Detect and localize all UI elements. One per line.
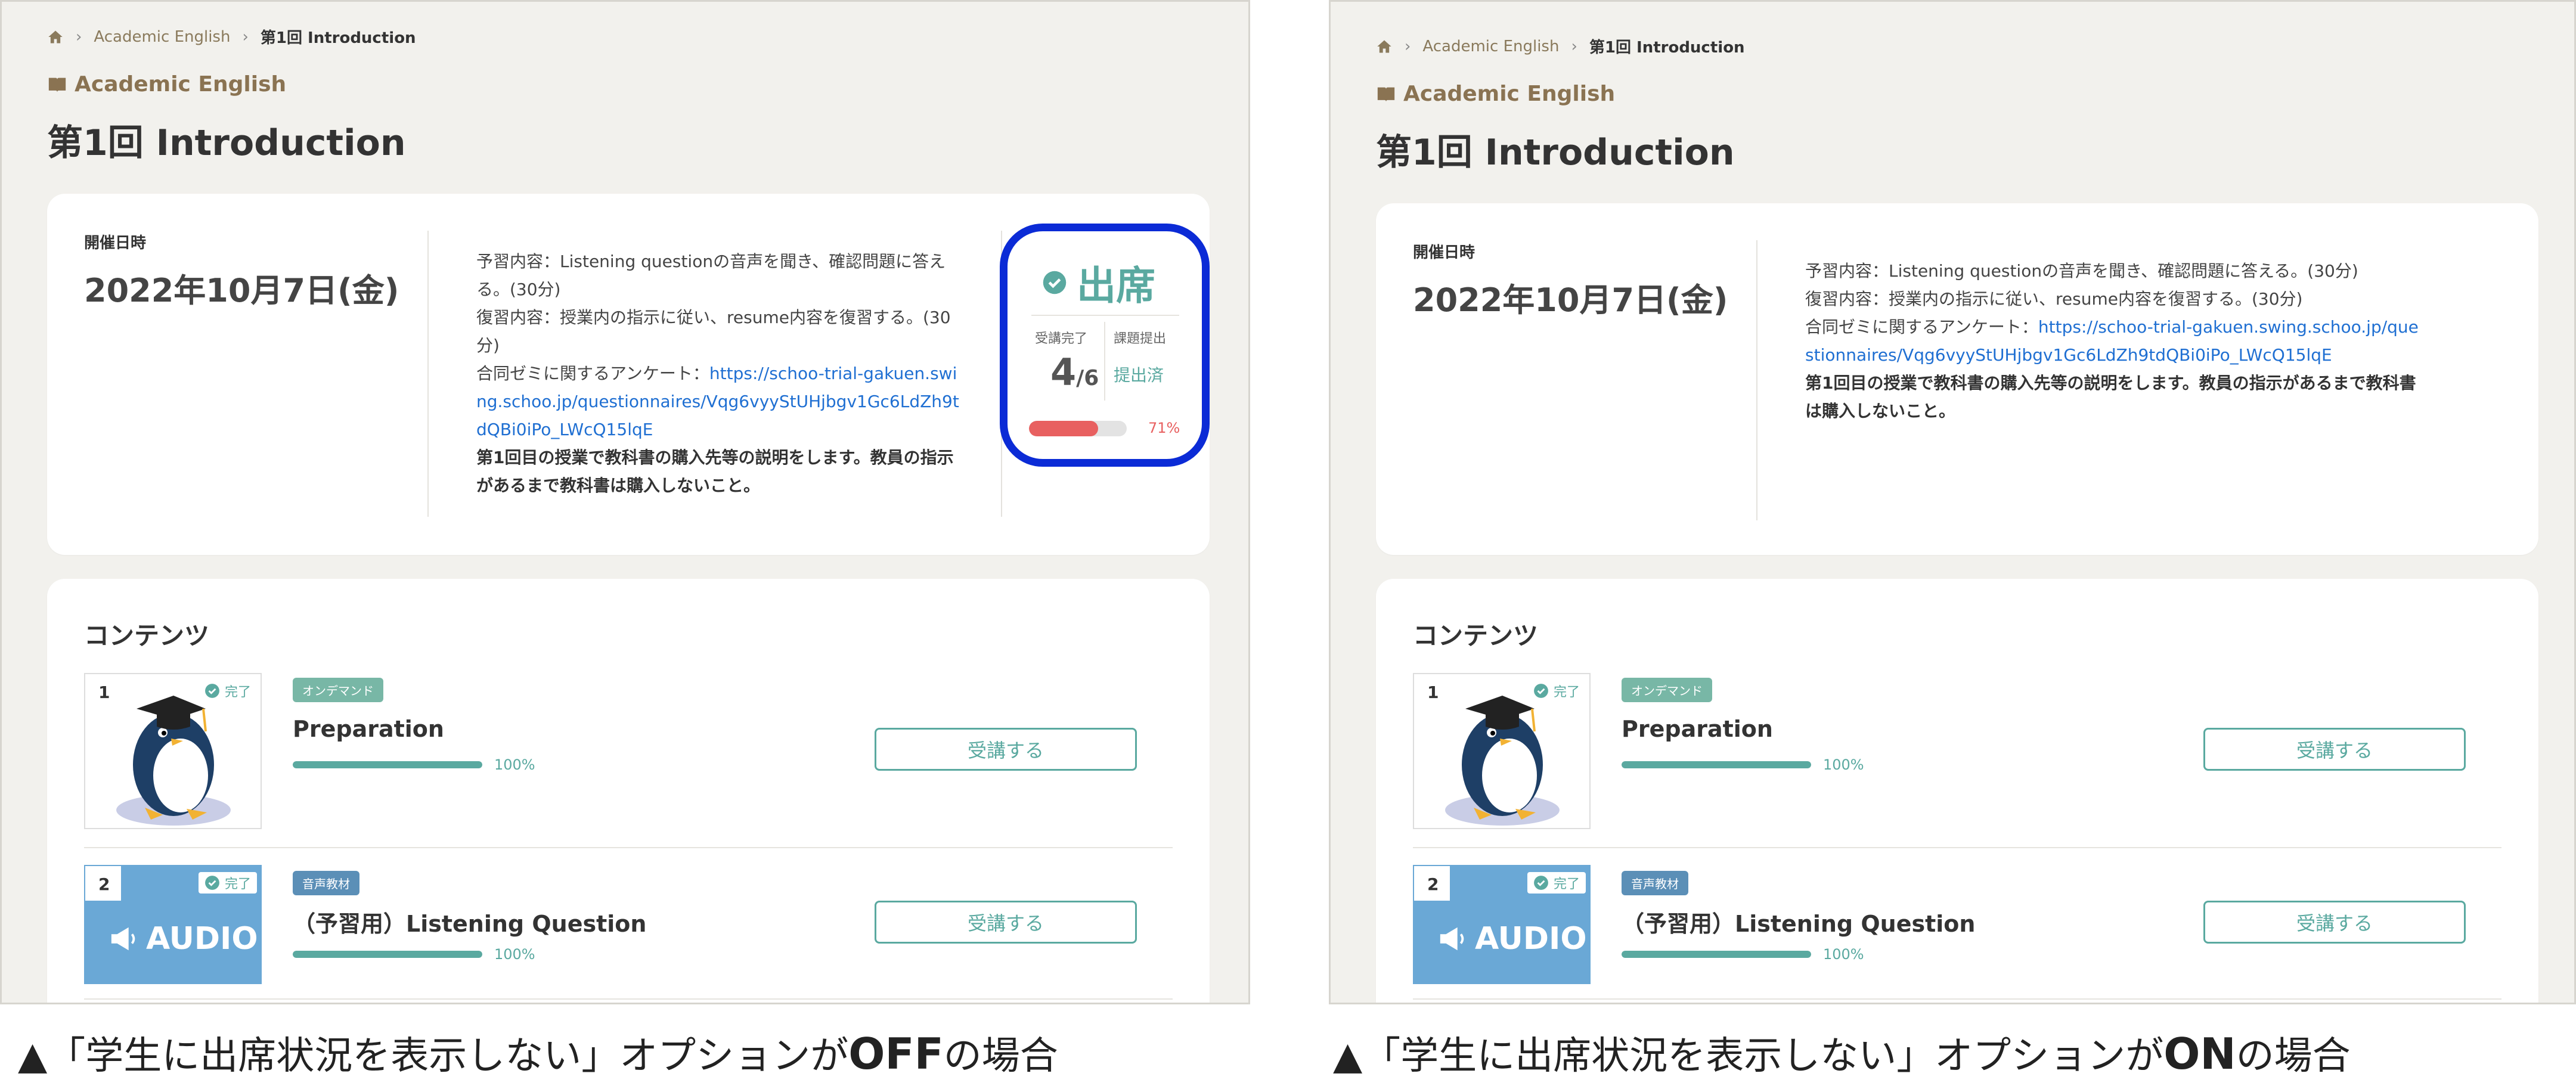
chevron-right-icon: › bbox=[1405, 37, 1411, 55]
megaphone-icon bbox=[1440, 927, 1464, 951]
check-circle-icon bbox=[1043, 271, 1067, 294]
divider bbox=[84, 998, 1173, 1000]
caption-option-off: ▲「学生に出席状況を表示しない」オプションがOFFの場合 bbox=[18, 1029, 1058, 1079]
lesson-info-card: 開催日時 2022年10月7日(金) 予習内容：Listening questi… bbox=[1376, 203, 2538, 555]
contents-card: コンテンツ 1 完了 オンデマンド Preparation 100% 受講する … bbox=[1376, 579, 2538, 1003]
penguin-mascot-icon bbox=[116, 696, 231, 826]
caption-option-on: ▲「学生に出席状況を表示しない」オプションがONの場合 bbox=[1333, 1029, 2351, 1079]
breadcrumb-current: 第1回 Introduction bbox=[1589, 39, 1745, 57]
contents-card: コンテンツ 1 完了 オンデマンド Preparation 100% 受講する … bbox=[47, 579, 1210, 1003]
page-title: 第1回 Introduction bbox=[47, 122, 406, 164]
breadcrumb-course[interactable]: Academic English bbox=[1422, 38, 1559, 55]
check-circle-icon bbox=[1534, 876, 1548, 890]
chevron-right-icon: › bbox=[242, 27, 249, 46]
item-progress-bar bbox=[1622, 761, 1811, 768]
breadcrumb: › Academic English › 第1回 Introduction bbox=[47, 26, 416, 48]
chevron-right-icon: › bbox=[76, 27, 82, 46]
penguin-mascot-icon bbox=[1445, 696, 1560, 826]
screen-option-off: › Academic English › 第1回 Introduction Ac… bbox=[0, 0, 1250, 1004]
item-title[interactable]: Preparation bbox=[293, 716, 444, 742]
item-thumbnail[interactable]: 1 完了 bbox=[1413, 673, 1591, 829]
assignment-label: 課題提出 bbox=[1114, 331, 1167, 346]
check-circle-icon bbox=[205, 876, 219, 890]
item-thumbnail[interactable]: 1 完了 bbox=[84, 673, 262, 829]
divider bbox=[1413, 847, 2501, 848]
completed-count: 4/6 bbox=[1050, 350, 1099, 394]
item-progress-bar bbox=[1622, 951, 1811, 958]
book-icon bbox=[48, 77, 66, 92]
attendance-panel: 出席 受講完了 課題提出 4/6 提出済 71% bbox=[1000, 224, 1210, 467]
screen-option-on: › Academic English › 第1回 Introduction Ac… bbox=[1329, 0, 2576, 1004]
attendance-rate-bar bbox=[1029, 421, 1127, 436]
divider bbox=[427, 231, 429, 517]
contents-title: コンテンツ bbox=[1413, 621, 1539, 650]
schedule-date: 2022年10月7日(金) bbox=[84, 272, 399, 309]
attendance-rate-label: 71% bbox=[1148, 420, 1180, 436]
breadcrumb-current: 第1回 Introduction bbox=[260, 29, 416, 47]
divider bbox=[1031, 315, 1179, 316]
item-progress-label: 100% bbox=[494, 756, 535, 773]
book-icon bbox=[1377, 87, 1395, 102]
lesson-description: 予習内容：Listening questionの音声を聞き、確認問題に答える。(… bbox=[476, 252, 959, 495]
schedule-date: 2022年10月7日(金) bbox=[1413, 281, 1728, 319]
page-title: 第1回 Introduction bbox=[1376, 132, 1735, 173]
completed-label: 受講完了 bbox=[1035, 331, 1088, 346]
breadcrumb-course[interactable]: Academic English bbox=[94, 28, 230, 46]
item-progress-label: 100% bbox=[1823, 946, 1864, 963]
course-label[interactable]: Academic English bbox=[1376, 82, 1615, 106]
divider bbox=[1413, 998, 2501, 1000]
item-progress-label: 100% bbox=[1823, 756, 1864, 773]
audio-label: AUDIO bbox=[109, 921, 258, 957]
tag-on-demand: オンデマンド bbox=[1622, 678, 1712, 702]
divider bbox=[84, 847, 1173, 848]
tag-on-demand: オンデマンド bbox=[293, 678, 383, 702]
schedule-label: 開催日時 bbox=[1413, 244, 1475, 262]
megaphone-icon bbox=[111, 927, 135, 951]
breadcrumb: › Academic English › 第1回 Introduction bbox=[1376, 35, 1745, 57]
done-badge: 完了 bbox=[198, 872, 257, 894]
item-title[interactable]: Preparation bbox=[1622, 716, 1773, 742]
attendance-rate-fill bbox=[1029, 421, 1099, 436]
schedule-label: 開催日時 bbox=[84, 234, 147, 252]
assignment-status: 提出済 bbox=[1114, 365, 1164, 385]
attendance-status: 出席 bbox=[1042, 254, 1155, 311]
item-progress-bar bbox=[293, 761, 482, 768]
home-icon[interactable] bbox=[1376, 38, 1393, 55]
tag-audio: 音声教材 bbox=[1622, 871, 1688, 895]
contents-title: コンテンツ bbox=[84, 621, 210, 650]
take-lesson-button[interactable]: 受講する bbox=[2203, 728, 2466, 771]
item-thumbnail[interactable]: 2 完了 AUDIO bbox=[1413, 865, 1591, 984]
divider bbox=[1756, 240, 1757, 520]
home-icon[interactable] bbox=[47, 29, 64, 45]
take-lesson-button[interactable]: 受講する bbox=[875, 901, 1137, 944]
take-lesson-button[interactable]: 受講する bbox=[2203, 901, 2466, 944]
item-thumbnail[interactable]: 2 完了 AUDIO bbox=[84, 865, 262, 984]
lesson-description: 予習内容：Listening questionの音声を聞き、確認問題に答える。(… bbox=[1805, 261, 2419, 421]
course-label[interactable]: Academic English bbox=[47, 72, 286, 97]
chevron-right-icon: › bbox=[1571, 37, 1577, 55]
item-title[interactable]: （予習用）Listening Question bbox=[293, 905, 646, 938]
lesson-info-card: 開催日時 2022年10月7日(金) 予習内容：Listening questi… bbox=[47, 194, 1210, 555]
tag-audio: 音声教材 bbox=[293, 871, 359, 895]
audio-label: AUDIO bbox=[1438, 921, 1587, 957]
done-badge: 完了 bbox=[1527, 872, 1586, 894]
item-progress-bar bbox=[293, 951, 482, 958]
divider bbox=[1104, 322, 1105, 401]
take-lesson-button[interactable]: 受講する bbox=[875, 728, 1137, 771]
item-progress-label: 100% bbox=[494, 946, 535, 963]
item-title[interactable]: （予習用）Listening Question bbox=[1622, 905, 1975, 938]
